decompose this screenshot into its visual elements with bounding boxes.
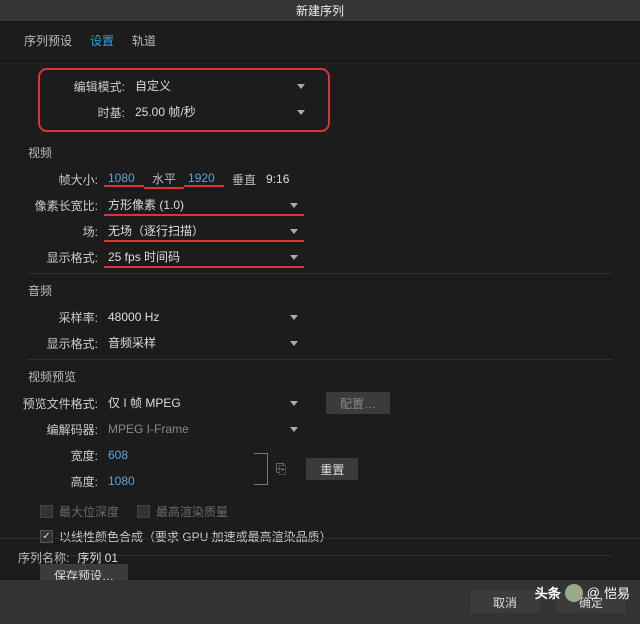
prev-width-label: 宽度: [20,447,104,464]
checkbox-box [40,505,53,518]
watermark-brand: 头条 [535,583,561,602]
fields-dropdown[interactable]: 无场（逐行扫描） [104,220,304,242]
seqname-input[interactable]: 序列 01 [77,549,118,566]
video-section: 视频 [8,140,632,167]
sequence-name-row: 序列名称: 序列 01 [0,538,640,576]
codec-dropdown: MPEG I-Frame [104,418,304,440]
displayfmt-dropdown[interactable]: 25 fps 时间码 [104,246,304,268]
previewfmt-label: 预览文件格式: [20,395,104,412]
previewfmt-dropdown[interactable]: 仅 I 帧 MPEG [104,392,304,414]
frame-width-input[interactable]: 1080 [104,171,144,187]
reset-button[interactable]: 重置 [306,458,358,480]
link-bracket [254,453,268,485]
horiz-label: 水平 [144,170,184,189]
prev-height-label: 高度: [20,473,104,490]
maxdepth-checkbox[interactable]: 最大位深度 [40,503,119,520]
pixelaspect-label: 像素长宽比: [30,197,104,214]
tab-settings[interactable]: 设置 [90,28,114,53]
config-button[interactable]: 配置… [326,392,390,414]
tab-tracks[interactable]: 轨道 [132,28,156,53]
tabs: 序列预设 设置 轨道 [0,22,640,62]
codec-label: 编解码器: [20,421,104,438]
maxdepth-label: 最大位深度 [59,503,119,520]
audio-displayfmt-label: 显示格式: [30,335,104,352]
tab-presets[interactable]: 序列预设 [24,28,72,53]
samplerate-label: 采样率: [30,309,104,326]
watermark-at: @ [587,585,600,600]
samplerate-dropdown[interactable]: 48000 Hz [104,306,304,328]
editmode-dropdown[interactable]: 自定义 [131,75,311,97]
seqname-label: 序列名称: [18,549,69,566]
frame-height-input[interactable]: 1920 [184,171,224,187]
maxquality-checkbox[interactable]: 最高渲染质量 [137,503,228,520]
timebase-dropdown[interactable]: 25.00 帧/秒 [131,101,311,123]
editmode-highlight: 编辑模式: 自定义 时基: 25.00 帧/秒 [38,68,330,132]
audio-section: 音频 [8,278,632,305]
prev-height-input[interactable]: 1080 [104,474,254,488]
vert-label: 垂直 [224,171,264,188]
prev-width-input[interactable]: 608 [104,448,254,462]
watermark-name: 恺易 [604,583,630,602]
checkbox-box [137,505,150,518]
displayfmt-label: 显示格式: [30,249,104,266]
aspect-display: 9:16 [264,172,297,186]
editmode-label: 编辑模式: [46,78,131,95]
framesize-label: 帧大小: [44,171,104,188]
link-icon[interactable]: ⎘ [268,461,294,477]
pixelaspect-dropdown[interactable]: 方形像素 (1.0) [104,194,304,216]
videopreview-section: 视频预览 [8,364,632,391]
maxquality-label: 最高渲染质量 [156,503,228,520]
window-title: 新建序列 [0,0,640,22]
fields-label: 场: [30,223,104,240]
audio-displayfmt-dropdown[interactable]: 音频采样 [104,332,304,354]
watermark: 头条 @ 恺易 [535,583,630,602]
watermark-avatar [565,584,583,602]
timebase-label: 时基: [46,104,131,121]
cancel-button[interactable]: 取消 [470,591,540,613]
